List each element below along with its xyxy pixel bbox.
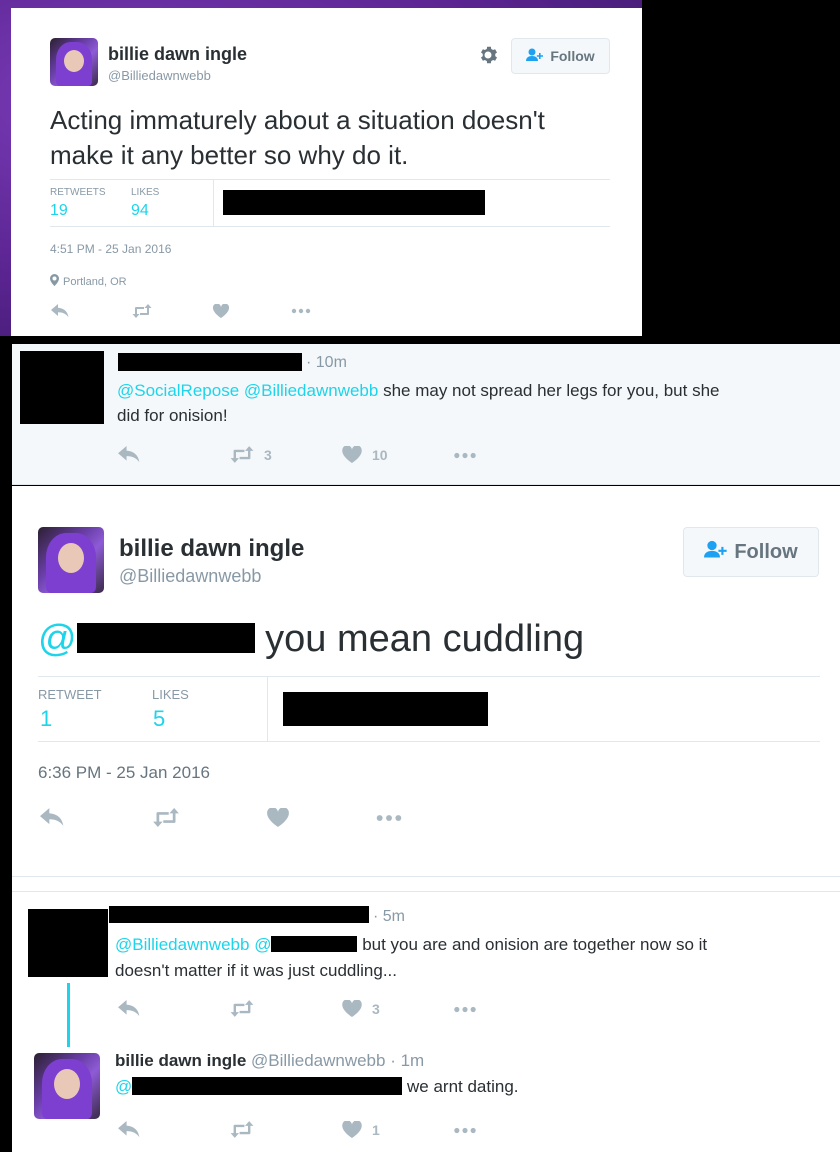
mention-link[interactable]: @Billiedawnwebb [244,381,378,400]
heart-icon[interactable] [213,304,229,318]
heart-icon[interactable]: 10 [342,446,388,463]
author-handle[interactable]: @Billiedawnwebb [108,68,211,83]
redaction-bar [223,190,485,215]
avatar[interactable] [50,38,98,86]
reply-text-line: but you are and onision are together now… [362,935,708,954]
author-name[interactable]: billie dawn ingle [115,1051,246,1070]
retweet-icon[interactable] [230,1121,254,1138]
retweet-count: 3 [264,446,272,463]
timestamp[interactable]: 4:51 PM - 25 Jan 2016 [50,242,171,256]
redacted-mention [132,1077,403,1095]
avatar[interactable] [34,1053,100,1119]
avatar-redacted[interactable] [28,909,108,977]
retweets-count[interactable]: 19 [50,202,68,220]
mention-link[interactable]: @ [115,1077,132,1096]
reply-text: @SocialRepose @Billiedawnwebb she may no… [117,378,817,428]
author-handle[interactable]: @Billiedawnwebb [251,1051,385,1070]
reply-text-line: she may not spread her legs for you, but… [383,381,720,400]
heart-icon[interactable]: 3 [342,1000,380,1017]
tweet-card: billie dawn ingle @Billiedawnwebb Follow… [11,8,642,336]
reply-text: @ we arnt dating. [115,1075,519,1099]
avatar-redacted[interactable] [20,351,104,424]
reply-header: billie dawn ingle @Billiedawnwebb · 1m [115,1051,424,1071]
more-icon[interactable] [452,1006,478,1013]
follow-label: Follow [734,540,798,563]
reply-icon[interactable] [118,1000,140,1017]
mention-link[interactable]: @ [38,618,77,660]
follow-person-icon [526,48,544,65]
avatar[interactable] [38,527,104,593]
retweets-count[interactable]: 1 [40,706,52,732]
heart-icon[interactable]: 1 [342,1121,380,1138]
reply-text: @Billiedawnwebb @ but you are and onisio… [115,932,815,984]
more-icon[interactable] [291,308,311,314]
author-name[interactable]: billie dawn ingle [119,535,304,563]
thread-connector [67,983,70,1047]
reply-icon[interactable] [51,304,69,318]
liker-avatars-redacted [283,692,488,726]
like-count: 3 [372,1000,380,1017]
mention-link[interactable]: @ [254,935,271,954]
reply-icon[interactable] [40,808,64,827]
redacted-mention [76,623,255,653]
reply-time[interactable]: · 5m [373,908,405,926]
heart-icon[interactable] [267,808,289,827]
reply-time[interactable]: · 1m [390,1051,424,1070]
follow-button[interactable]: Follow [683,527,819,577]
like-count: 10 [372,446,388,463]
gear-icon[interactable] [478,45,500,67]
more-icon[interactable] [375,814,403,822]
follow-button[interactable]: Follow [511,38,610,74]
tweet-text-body: you mean cuddling [265,618,585,660]
follow-label: Follow [550,48,595,64]
reply-text-line: did for onision! [117,406,228,425]
retweet-icon[interactable] [132,304,152,318]
author-name-redacted[interactable] [109,906,369,923]
timestamp[interactable]: 6:36 PM - 25 Jan 2016 [38,763,210,783]
reply-icon[interactable] [118,446,140,463]
author-name-redacted[interactable] [118,353,302,371]
follow-person-icon [704,540,728,565]
tweet-card-2: billie dawn ingle @Billiedawnwebb Follow… [12,486,840,876]
tweet-text: Acting immaturely about a situation does… [50,105,545,170]
reply-thread: · 5m @Billiedawnwebb @ but you are and o… [12,876,840,1152]
retweet-icon[interactable] [152,808,180,827]
reply-text-line: doesn't matter if it was just cuddling..… [115,961,397,980]
retweets-label[interactable]: RETWEET [38,687,102,702]
tweet-text: @ you mean cuddling [38,617,584,661]
reply-text-body: we arnt dating. [407,1077,519,1096]
likes-count[interactable]: 5 [153,706,165,732]
reply-icon[interactable] [118,1121,140,1138]
retweet-icon[interactable]: 3 [230,446,272,463]
reply-tweet-1[interactable]: · 10m @SocialRepose @Billiedawnwebb she … [12,344,840,485]
location[interactable]: Portland, OR [50,274,127,289]
panel-tweet-1: billie dawn ingle @Billiedawnwebb Follow… [0,0,642,336]
like-count: 1 [372,1121,380,1138]
more-icon[interactable] [452,452,478,459]
retweets-label[interactable]: RETWEETS [50,187,106,198]
likes-label[interactable]: LIKES [152,687,189,702]
likes-count[interactable]: 94 [131,202,149,220]
location-label: Portland, OR [63,275,127,288]
author-name[interactable]: billie dawn ingle [108,44,247,65]
reply-time[interactable]: · 10m [306,354,347,372]
location-pin-icon [50,274,59,289]
redacted-mention [271,936,358,952]
author-handle[interactable]: @Billiedawnwebb [119,566,261,587]
mention-link[interactable]: @SocialRepose [117,381,239,400]
mention-link[interactable]: @Billiedawnwebb [115,935,249,954]
more-icon[interactable] [452,1127,478,1134]
likes-label[interactable]: LIKES [131,187,159,198]
retweet-icon[interactable] [230,1000,254,1017]
